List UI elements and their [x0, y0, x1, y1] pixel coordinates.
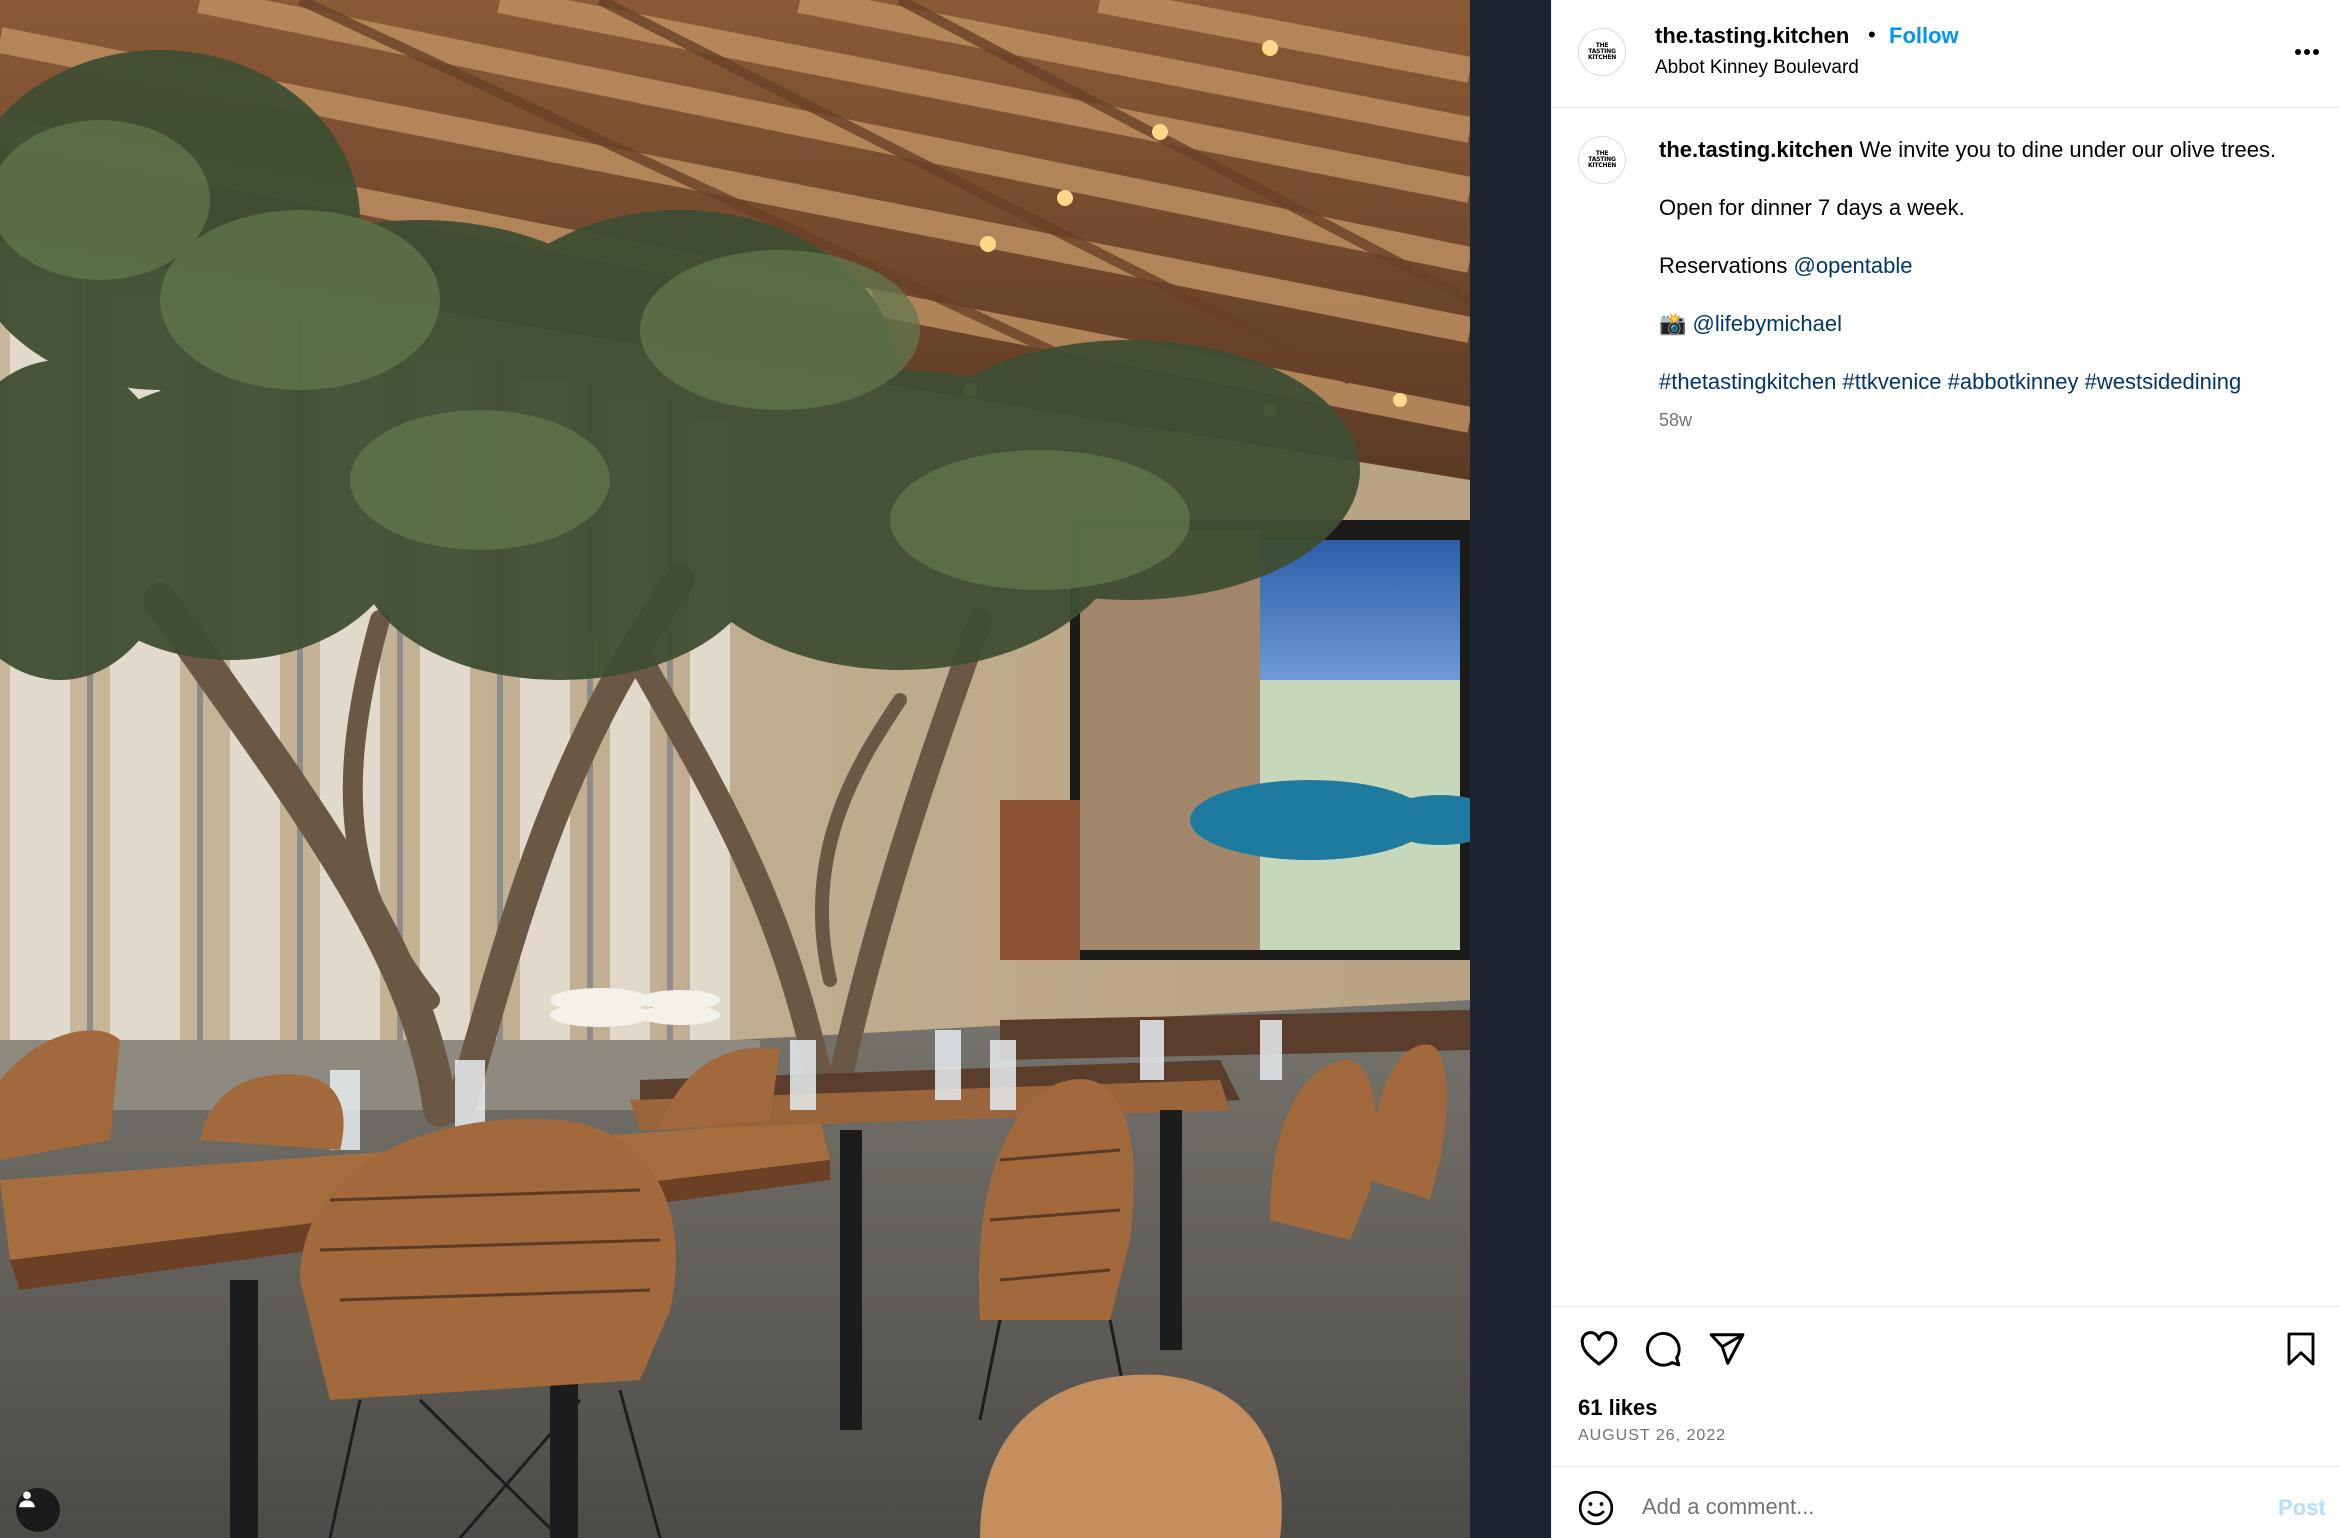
- hashtag-link[interactable]: #westsidedining: [2085, 369, 2242, 394]
- caption: the.tasting.kitchen We invite you to din…: [1659, 135, 2309, 435]
- more-options-button[interactable]: [2287, 34, 2327, 70]
- header-username[interactable]: the.tasting.kitchen: [1655, 23, 1849, 49]
- comment-icon: [1644, 1330, 1682, 1373]
- post-details-panel: THE TASTING KITCHEN the.tasting.kitchen …: [1551, 0, 2340, 1538]
- share-button[interactable]: [1702, 1326, 1752, 1376]
- avatar[interactable]: THE TASTING KITCHEN: [1578, 28, 1626, 76]
- emoji-icon: [1577, 1489, 1615, 1532]
- comment-input[interactable]: [1642, 1490, 2222, 1524]
- caption-text: We invite you to dine under our olive tr…: [1859, 137, 2277, 162]
- avatar-logo-text: THE TASTING KITCHEN: [1587, 150, 1617, 169]
- like-button[interactable]: [1574, 1326, 1624, 1376]
- follow-button[interactable]: Follow: [1889, 23, 1959, 49]
- caption-text: Reservations: [1659, 253, 1788, 278]
- caption-avatar[interactable]: THE TASTING KITCHEN: [1578, 136, 1626, 184]
- comment-button[interactable]: [1638, 1326, 1688, 1376]
- post-comment-button[interactable]: Post: [2278, 1495, 2326, 1521]
- post-date[interactable]: AUGUST 26, 2022: [1578, 1427, 1726, 1445]
- heart-icon: [1580, 1330, 1618, 1372]
- divider: [1552, 1306, 2340, 1307]
- share-icon: [1708, 1331, 1746, 1372]
- caption-text: Open for dinner 7 days a week.: [1659, 195, 1965, 220]
- caption-username[interactable]: the.tasting.kitchen: [1659, 137, 1853, 162]
- caption-paragraph: the.tasting.kitchen We invite you to din…: [1659, 135, 2309, 164]
- avatar-logo-text: THE TASTING KITCHEN: [1587, 42, 1617, 61]
- emoji-button[interactable]: [1574, 1488, 1618, 1532]
- hashtag-link[interactable]: #ttkvenice: [1842, 369, 1941, 394]
- divider: [1552, 1466, 2340, 1467]
- mention-link[interactable]: @opentable: [1794, 253, 1913, 278]
- hashtag-link[interactable]: #abbotkinney: [1948, 369, 2079, 394]
- caption-paragraph: #thetastingkitchen #ttkvenice #abbotkinn…: [1659, 367, 2309, 396]
- user-tag-button[interactable]: [16, 1488, 60, 1532]
- post-photo[interactable]: [0, 0, 1551, 1538]
- hashtag-link[interactable]: #thetastingkitchen: [1659, 369, 1836, 394]
- camera-emoji: 📸: [1659, 311, 1687, 336]
- header-separator: •: [1868, 22, 1876, 47]
- caption-paragraph: Reservations @opentable: [1659, 251, 2309, 280]
- more-horizontal-icon: [2294, 43, 2320, 61]
- bookmark-icon: [2285, 1331, 2317, 1372]
- post-header: THE TASTING KITCHEN the.tasting.kitchen …: [1552, 0, 2340, 108]
- save-button[interactable]: [2276, 1326, 2326, 1376]
- caption-paragraph: 📸 @lifebymichael: [1659, 309, 2309, 338]
- mention-link[interactable]: @lifebymichael: [1693, 311, 1843, 336]
- location-link[interactable]: Abbot Kinney Boulevard: [1655, 57, 1859, 79]
- post-photo-illustration: [0, 0, 1551, 1538]
- caption-paragraph: Open for dinner 7 days a week.: [1659, 193, 2309, 222]
- post-time-ago[interactable]: 58w: [1659, 406, 2309, 435]
- likes-count[interactable]: 61 likes: [1578, 1395, 1658, 1421]
